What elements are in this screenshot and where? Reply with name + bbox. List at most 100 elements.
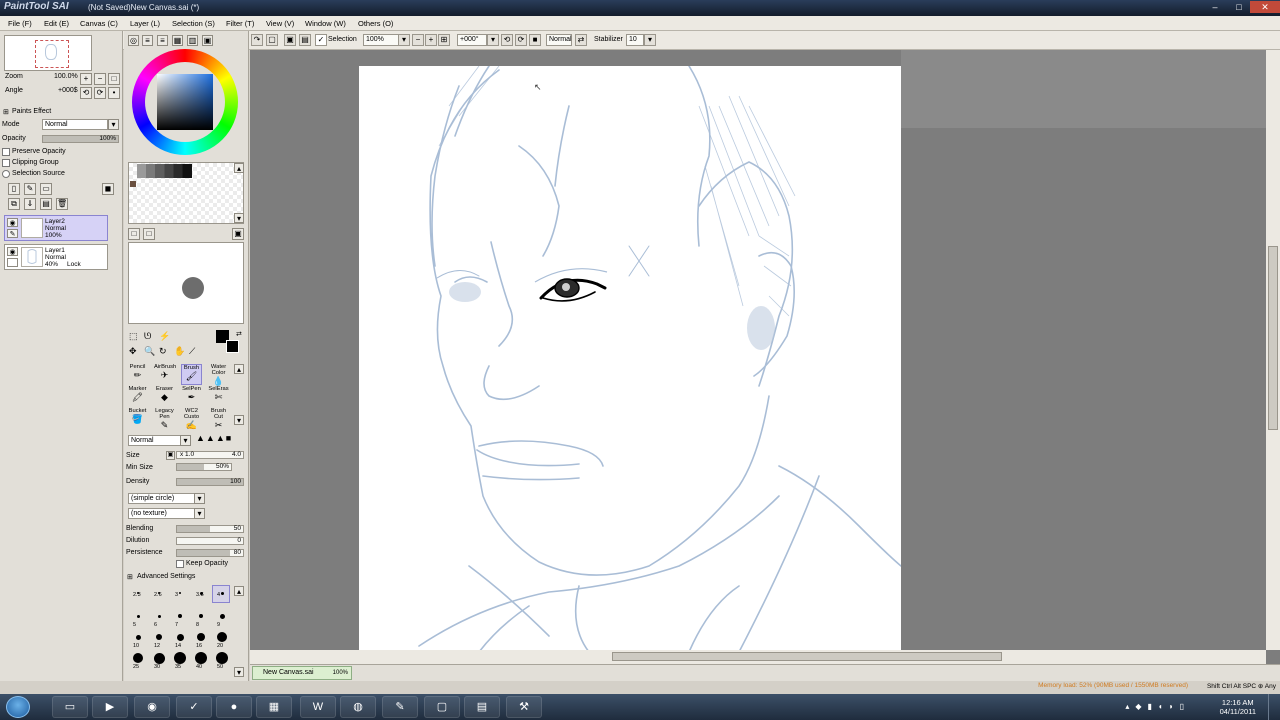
new-folder-icon[interactable]: ▭ bbox=[40, 183, 52, 195]
app-launcher-icon[interactable]: ▦ bbox=[256, 696, 292, 718]
steam-icon[interactable]: ◉ bbox=[134, 696, 170, 718]
view-mode-select[interactable]: Normal bbox=[546, 34, 572, 46]
menu-layer[interactable]: Layer (L) bbox=[130, 19, 160, 28]
system-clock[interactable]: 12:16 AM 04/11/2011 bbox=[1220, 698, 1256, 716]
tool-eraser[interactable]: Eraser ◆ bbox=[154, 386, 175, 407]
layer-mask-icon[interactable]: ◼ bbox=[102, 183, 114, 195]
globe-app-icon[interactable]: ◍ bbox=[340, 696, 376, 718]
merge-down-icon[interactable]: ⇓ bbox=[24, 198, 36, 210]
layer-mode-dropdown-icon[interactable]: ▾ bbox=[108, 119, 119, 130]
redo-icon[interactable]: ↷ bbox=[251, 34, 263, 46]
tool-water-color[interactable]: Water Color 💧 bbox=[208, 364, 229, 386]
brush-texture-select[interactable]: (no texture) bbox=[128, 508, 198, 519]
drawing-canvas[interactable] bbox=[359, 66, 901, 652]
min-size-slider[interactable]: 50% bbox=[176, 463, 232, 471]
zoom-reset-icon[interactable]: ⊞ bbox=[438, 34, 450, 46]
tool-bucket[interactable]: Bucket 🪣 bbox=[127, 408, 148, 429]
size-preset-dot[interactable] bbox=[220, 591, 224, 595]
hsv-slider-mode-icon[interactable]: ≡ bbox=[157, 35, 168, 46]
tool-seleras[interactable]: SelEras ✄ bbox=[208, 386, 229, 407]
intermediate-color-mode-icon[interactable]: ▥ bbox=[187, 35, 198, 46]
tool-brush-cut[interactable]: Brush Cut ✂ bbox=[208, 408, 229, 430]
move-icon[interactable]: ✥ bbox=[129, 346, 137, 357]
navigator-preview[interactable] bbox=[4, 35, 92, 71]
size-preset-dot[interactable] bbox=[156, 634, 162, 640]
stabilizer-dropdown-icon[interactable]: ▾ bbox=[644, 34, 656, 46]
hue-ring[interactable] bbox=[132, 49, 238, 155]
rotation-select[interactable]: +000° bbox=[457, 34, 487, 46]
size-multiplier-icon[interactable]: ▣ bbox=[166, 451, 175, 460]
checkmark-app-icon[interactable]: ✓ bbox=[176, 696, 212, 718]
tool-selpen[interactable]: SelPen ✒ bbox=[181, 386, 202, 407]
rotate-reset-icon[interactable]: ■ bbox=[529, 34, 541, 46]
menu-view[interactable]: View (V) bbox=[266, 19, 294, 28]
zoom-tool-icon[interactable]: 🔍 bbox=[144, 346, 155, 357]
size-preset-dot[interactable] bbox=[197, 633, 205, 641]
density-slider[interactable]: 100 bbox=[176, 478, 244, 486]
size-preset-dot[interactable] bbox=[217, 632, 227, 642]
blending-slider[interactable]: 50 bbox=[176, 525, 244, 533]
clear-layer-icon[interactable]: ▤ bbox=[40, 198, 52, 210]
horizontal-scroll-thumb[interactable] bbox=[612, 652, 1002, 661]
scratchpad-mode-icon[interactable]: ▣ bbox=[202, 35, 213, 46]
color-wheel-mode-icon[interactable]: ◎ bbox=[128, 35, 139, 46]
size-preset-dot[interactable] bbox=[136, 614, 140, 618]
tools-scroll-up-icon[interactable]: ▴ bbox=[234, 364, 244, 374]
new-linework-layer-icon[interactable]: ✎ bbox=[24, 183, 36, 195]
nav-zoom-fit-icon[interactable]: □ bbox=[108, 73, 120, 85]
flip-icon[interactable]: ⇄ bbox=[575, 34, 587, 46]
preserve-opacity-checkbox[interactable] bbox=[2, 148, 10, 156]
menu-edit[interactable]: Edit (E) bbox=[44, 19, 69, 28]
rect-select-icon[interactable]: ⬚ bbox=[129, 331, 138, 342]
tool-marker[interactable]: Marker 🖍 bbox=[127, 386, 148, 407]
rgb-slider-mode-icon[interactable]: ≡ bbox=[142, 35, 153, 46]
size-preset-dot[interactable] bbox=[174, 652, 186, 664]
scratchpad-clear-icon[interactable]: □ bbox=[128, 228, 140, 240]
window-app-icon[interactable]: ▢ bbox=[424, 696, 460, 718]
size-presets-scroll-up-icon[interactable]: ▴ bbox=[234, 586, 244, 596]
size-preset-dot[interactable] bbox=[176, 633, 184, 641]
size-preset-dot[interactable] bbox=[219, 613, 225, 619]
selection-source-radio[interactable] bbox=[2, 170, 10, 178]
size-presets-scroll-down-icon[interactable]: ▾ bbox=[234, 667, 244, 677]
zoom-select[interactable]: 100% bbox=[363, 34, 399, 46]
deselect-icon[interactable]: ▢ bbox=[266, 34, 278, 46]
rotate-tool-icon[interactable]: ↻ bbox=[159, 346, 167, 357]
magic-wand-icon[interactable]: ⚡ bbox=[159, 331, 170, 342]
system-tray-icons[interactable]: ▴◆▮◖◗▯ bbox=[1125, 702, 1190, 711]
folder-app-icon[interactable]: ▤ bbox=[464, 696, 500, 718]
color-palette-mode-icon[interactable]: ▦ bbox=[172, 35, 183, 46]
menu-others[interactable]: Others (O) bbox=[358, 19, 393, 28]
maximize-button[interactable]: □ bbox=[1228, 1, 1250, 13]
nav-rotate-reset-icon[interactable]: • bbox=[108, 87, 120, 99]
minimize-button[interactable]: – bbox=[1204, 1, 1226, 13]
new-layer-icon[interactable]: ▯ bbox=[8, 183, 20, 195]
layer-edit-icon[interactable] bbox=[7, 258, 18, 267]
invert-selection-icon[interactable]: ▣ bbox=[284, 34, 296, 46]
vertical-scrollbar[interactable] bbox=[1266, 50, 1280, 650]
delete-layer-icon[interactable]: 🗑 bbox=[56, 198, 68, 210]
brush-shape-presets-icon[interactable]: ▲▲▲■ bbox=[196, 433, 232, 443]
show-desktop-button[interactable] bbox=[1268, 694, 1280, 720]
size-preset-dot[interactable] bbox=[153, 652, 165, 664]
explorer-icon[interactable]: ▭ bbox=[52, 696, 88, 718]
tools-app-icon[interactable]: ⚒ bbox=[506, 696, 542, 718]
paints-effect-label[interactable]: Paints Effect bbox=[12, 108, 51, 115]
rotate-left-icon[interactable]: ⟲ bbox=[501, 34, 513, 46]
lasso-icon[interactable]: ᘎ bbox=[144, 331, 151, 342]
rotation-dropdown-icon[interactable]: ▾ bbox=[487, 34, 499, 46]
tool-airbrush[interactable]: AirBrush ✈ bbox=[154, 364, 176, 385]
scratchpad-copy-icon[interactable]: □ bbox=[143, 228, 155, 240]
persistence-slider[interactable]: 80 bbox=[176, 549, 244, 557]
close-button[interactable]: ✕ bbox=[1250, 1, 1280, 13]
layer-item-layer2[interactable]: ◉ ✎ Layer2 Normal 100% bbox=[4, 215, 108, 241]
nav-rotate-right-icon[interactable]: ⟳ bbox=[94, 87, 106, 99]
menu-file[interactable]: File (F) bbox=[8, 19, 32, 28]
sai-taskbar-icon[interactable]: ✎ bbox=[382, 696, 418, 718]
copy-layer-icon[interactable]: ⧉ bbox=[8, 198, 20, 210]
dilution-slider[interactable]: 0 bbox=[176, 537, 244, 545]
nav-zoom-in-icon[interactable]: + bbox=[80, 73, 92, 85]
scratchpad-menu-icon[interactable]: ▣ bbox=[232, 228, 244, 240]
size-preset-dot[interactable] bbox=[135, 634, 141, 640]
tool-pencil[interactable]: Pencil ✏ bbox=[127, 364, 148, 385]
